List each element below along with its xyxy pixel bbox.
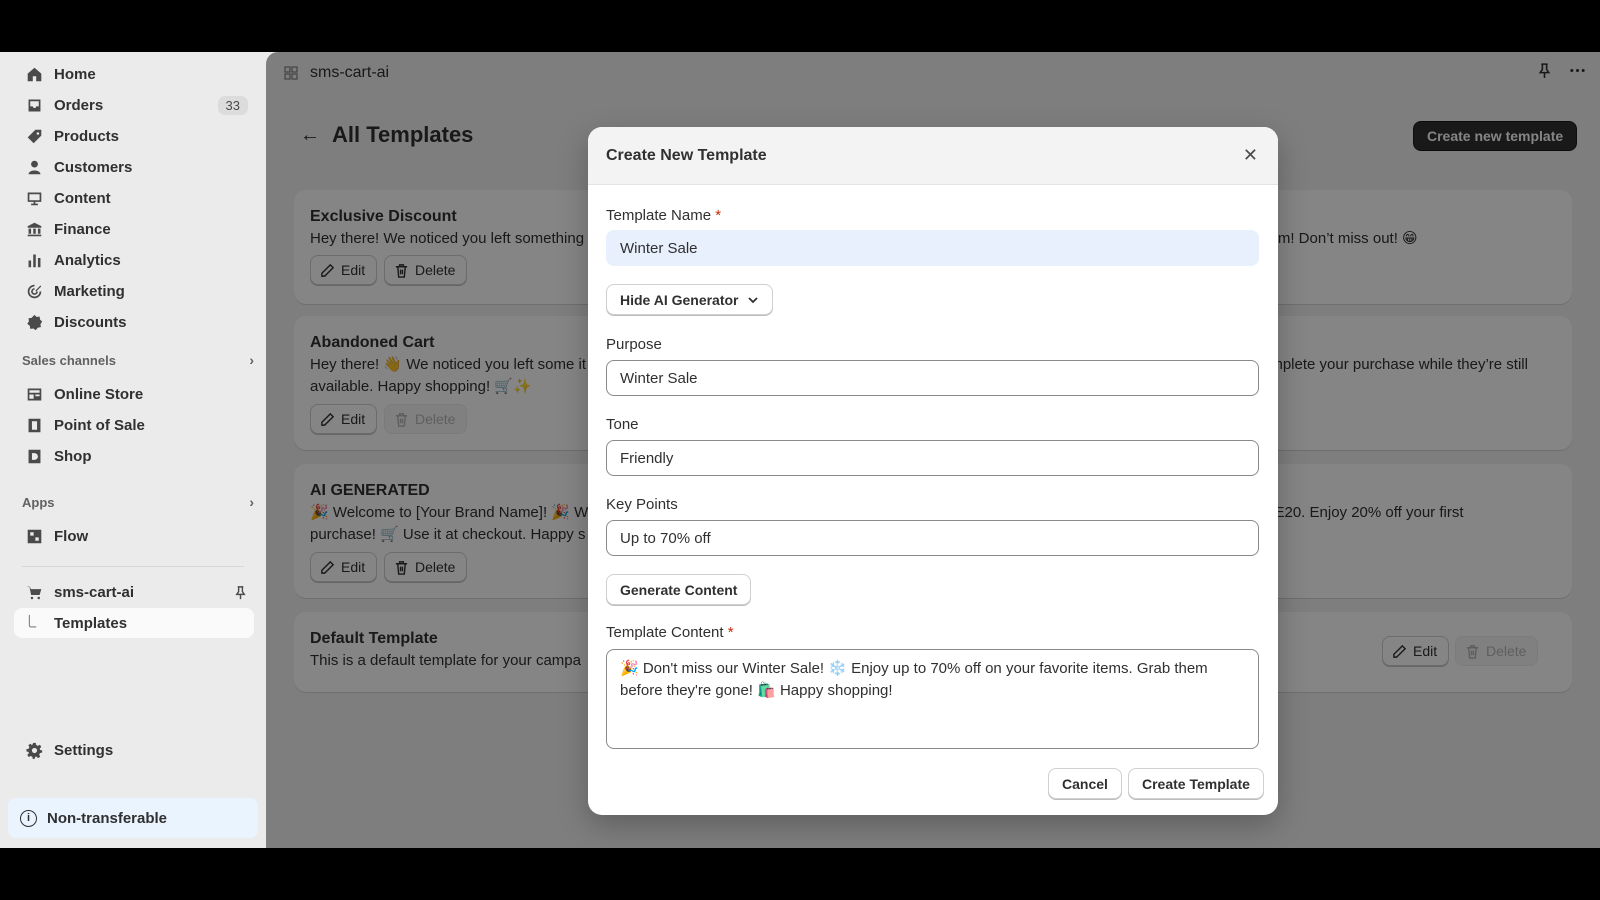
non-transferable-banner[interactable]: i Non-transferable	[8, 798, 258, 838]
bar-chart-icon	[24, 250, 44, 270]
sales-channels-heading[interactable]: Sales channels ›	[22, 349, 254, 371]
tone-input[interactable]: Friendly	[606, 440, 1259, 476]
sidebar-item-finance[interactable]: Finance	[14, 214, 254, 244]
section-label: Sales channels	[22, 352, 116, 368]
chevron-down-icon	[747, 294, 759, 306]
sidebar-item-label: Content	[54, 189, 111, 207]
sidebar-item-label: Shop	[54, 447, 92, 465]
sidebar-item-marketing[interactable]: Marketing	[14, 276, 254, 306]
template-name-input[interactable]: Winter Sale	[606, 230, 1259, 266]
sidebar-item-content[interactable]: Content	[14, 183, 254, 213]
orders-count-badge: 33	[217, 95, 248, 115]
chevron-right-icon: ›	[249, 494, 254, 510]
close-icon[interactable]: ✕	[1243, 146, 1258, 164]
sidebar-item-label: Marketing	[54, 282, 125, 300]
generate-content-button[interactable]: Generate Content	[606, 574, 752, 605]
template-name-label: Template Name *	[606, 207, 721, 224]
sidebar-item-label: Templates	[54, 614, 128, 632]
required-mark: *	[727, 624, 734, 641]
home-icon	[24, 64, 44, 84]
modal-title: Create New Template	[606, 146, 767, 164]
purpose-label: Purpose	[606, 336, 662, 353]
cart-icon	[24, 582, 44, 602]
sidebar-item-online-store[interactable]: Online Store	[14, 379, 254, 409]
tree-branch-icon	[24, 613, 44, 633]
sidebar-item-home[interactable]: Home	[14, 59, 254, 89]
sidebar-item-discounts[interactable]: Discounts	[14, 307, 254, 337]
info-icon: i	[20, 809, 37, 827]
label-text: Template Name	[606, 207, 712, 224]
tag-icon	[24, 126, 44, 146]
sidebar-item-settings[interactable]: Settings	[14, 735, 254, 765]
store-icon	[24, 384, 44, 404]
bank-icon	[24, 219, 44, 239]
person-icon	[24, 157, 44, 177]
sidebar-item-customers[interactable]: Customers	[14, 152, 254, 182]
template-content-label: Template Content *	[606, 624, 734, 641]
pos-icon	[24, 415, 44, 435]
content-icon	[24, 188, 44, 208]
required-mark: *	[715, 207, 722, 224]
sidebar-item-label: Analytics	[54, 251, 121, 269]
sidebar-item-orders[interactable]: Orders 33	[14, 90, 254, 120]
sidebar-item-label: Products	[54, 127, 120, 145]
sidebar-item-products[interactable]: Products	[14, 121, 254, 151]
sidebar-item-point-of-sale[interactable]: Point of Sale	[14, 410, 254, 440]
orders-icon	[24, 95, 44, 115]
sidebar-item-label: Home	[54, 65, 96, 83]
sidebar-item-label: Online Store	[54, 385, 144, 403]
section-label: Apps	[22, 494, 55, 510]
cancel-button[interactable]: Cancel	[1048, 768, 1122, 799]
key-points-input[interactable]: Up to 70% off	[606, 520, 1259, 556]
sidebar-item-label: sms-cart-ai	[54, 583, 135, 601]
sidebar-item-label: Discounts	[54, 313, 127, 331]
sidebar-item-templates[interactable]: Templates	[14, 608, 254, 638]
sidebar-divider	[22, 566, 244, 567]
create-template-modal: Create New Template ✕ Template Name * Wi…	[588, 127, 1278, 815]
hide-ai-generator-button[interactable]: Hide AI Generator	[606, 284, 773, 315]
sidebar-item-shop[interactable]: Shop	[14, 441, 254, 471]
sidebar-item-sms-cart-ai[interactable]: sms-cart-ai	[14, 577, 254, 607]
banner-label: Non-transferable	[47, 809, 168, 827]
shop-icon	[24, 446, 44, 466]
gear-icon	[24, 740, 44, 760]
target-icon	[24, 281, 44, 301]
modal-header: Create New Template ✕	[588, 127, 1278, 185]
sidebar-item-label: Finance	[54, 220, 111, 238]
button-label: Hide AI Generator	[620, 291, 739, 308]
chevron-right-icon: ›	[249, 352, 254, 368]
create-template-button[interactable]: Create Template	[1128, 768, 1264, 799]
template-content-textarea[interactable]: 🎉 Don't miss our Winter Sale! ❄️ Enjoy u…	[606, 649, 1259, 749]
sidebar-item-label: Point of Sale	[54, 416, 145, 434]
discount-icon	[24, 312, 44, 332]
sidebar-item-label: Customers	[54, 158, 133, 176]
label-text: Template Content	[606, 624, 724, 641]
sidebar-item-label: Flow	[54, 527, 89, 545]
key-points-label: Key Points	[606, 496, 678, 513]
purpose-input[interactable]: Winter Sale	[606, 360, 1259, 396]
sidebar-item-flow[interactable]: Flow	[14, 521, 254, 551]
sidebar-item-label: Settings	[54, 741, 114, 759]
tone-label: Tone	[606, 416, 639, 433]
sidebar: Home Orders 33 Products Customers Conten…	[0, 52, 266, 848]
flow-icon	[24, 526, 44, 546]
apps-heading[interactable]: Apps ›	[22, 491, 254, 513]
sidebar-item-analytics[interactable]: Analytics	[14, 245, 254, 275]
pin-icon[interactable]	[233, 585, 248, 600]
sidebar-item-label: Orders	[54, 96, 104, 114]
